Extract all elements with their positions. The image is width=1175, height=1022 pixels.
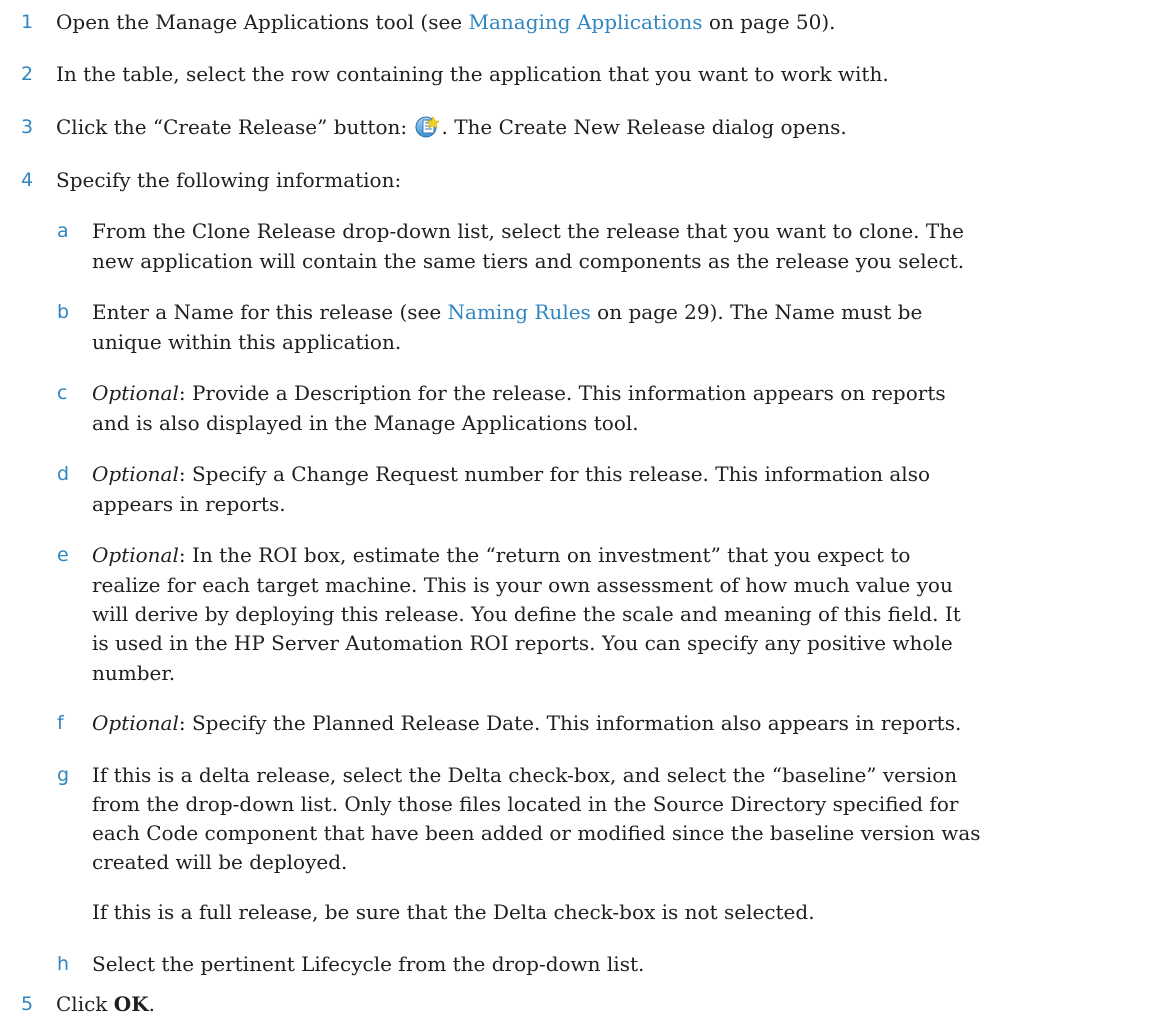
substep-e-line: is used in the HP Server Automation ROI … xyxy=(92,631,953,655)
substep-a-line: From the Clone Release drop-down list, s… xyxy=(92,219,964,243)
create-release-icon xyxy=(415,116,441,138)
substep-a-line: new application will contain the same ti… xyxy=(92,249,965,273)
substep-c-line: and is also displayed in the Manage Appl… xyxy=(92,411,639,435)
substep-letter: h xyxy=(57,953,70,975)
substep-g-line: from the drop-down list. Only those file… xyxy=(92,792,959,816)
substep-g-line: If this is a delta release, select the D… xyxy=(92,763,958,787)
substep-d-line: Optional: Specify a Change Request numbe… xyxy=(92,462,930,486)
substep-letter: g xyxy=(57,764,70,786)
step-5-text: Click OK. xyxy=(56,992,155,1016)
step-2-text: In the table, select the row containing … xyxy=(56,62,889,86)
substep-e-line: Optional: In the ROI box, estimate the “… xyxy=(92,543,911,567)
step-3-text: Click the “Create Release” button: . The… xyxy=(56,115,847,139)
managing-applications-link[interactable]: Managing Applications xyxy=(469,10,703,34)
substep-b-line: unique within this application. xyxy=(92,330,402,354)
substep-f-line: Optional: Specify the Planned Release Da… xyxy=(92,711,962,735)
substep-letter: d xyxy=(57,463,70,485)
ok-label: OK xyxy=(113,992,149,1016)
substep-letter: b xyxy=(57,301,70,323)
step-1-text: Open the Manage Applications tool (see M… xyxy=(56,10,836,34)
substep-g-line: each Code component that have been added… xyxy=(92,821,981,845)
step-number: 3 xyxy=(21,116,34,138)
step-number: 4 xyxy=(21,169,34,191)
step-number: 2 xyxy=(21,63,34,85)
substep-c-line: Optional: Provide a Description for the … xyxy=(92,381,946,405)
substep-g-line: created will be deployed. xyxy=(92,850,348,874)
substep-d-line: appears in reports. xyxy=(92,492,286,516)
substep-h-line: Select the pertinent Lifecycle from the … xyxy=(92,952,645,976)
substep-e-line: number. xyxy=(92,661,176,685)
step-number: 1 xyxy=(21,11,34,33)
substep-letter: a xyxy=(57,220,69,242)
substep-g-note: If this is a full release, be sure that … xyxy=(92,900,815,924)
substep-e-line: realize for each target machine. This is… xyxy=(92,573,953,597)
substep-b-line: Enter a Name for this release (see Namin… xyxy=(92,300,923,324)
substep-letter: e xyxy=(57,544,69,566)
document-page: 1 Open the Manage Applications tool (see… xyxy=(0,0,1175,1022)
step-number: 5 xyxy=(21,993,34,1015)
naming-rules-link[interactable]: Naming Rules xyxy=(448,300,591,324)
substep-letter: c xyxy=(57,382,68,404)
step-4-text: Specify the following information: xyxy=(56,168,402,192)
substep-e-line: will derive by deploying this release. Y… xyxy=(92,602,961,626)
substep-letter: f xyxy=(57,712,64,734)
